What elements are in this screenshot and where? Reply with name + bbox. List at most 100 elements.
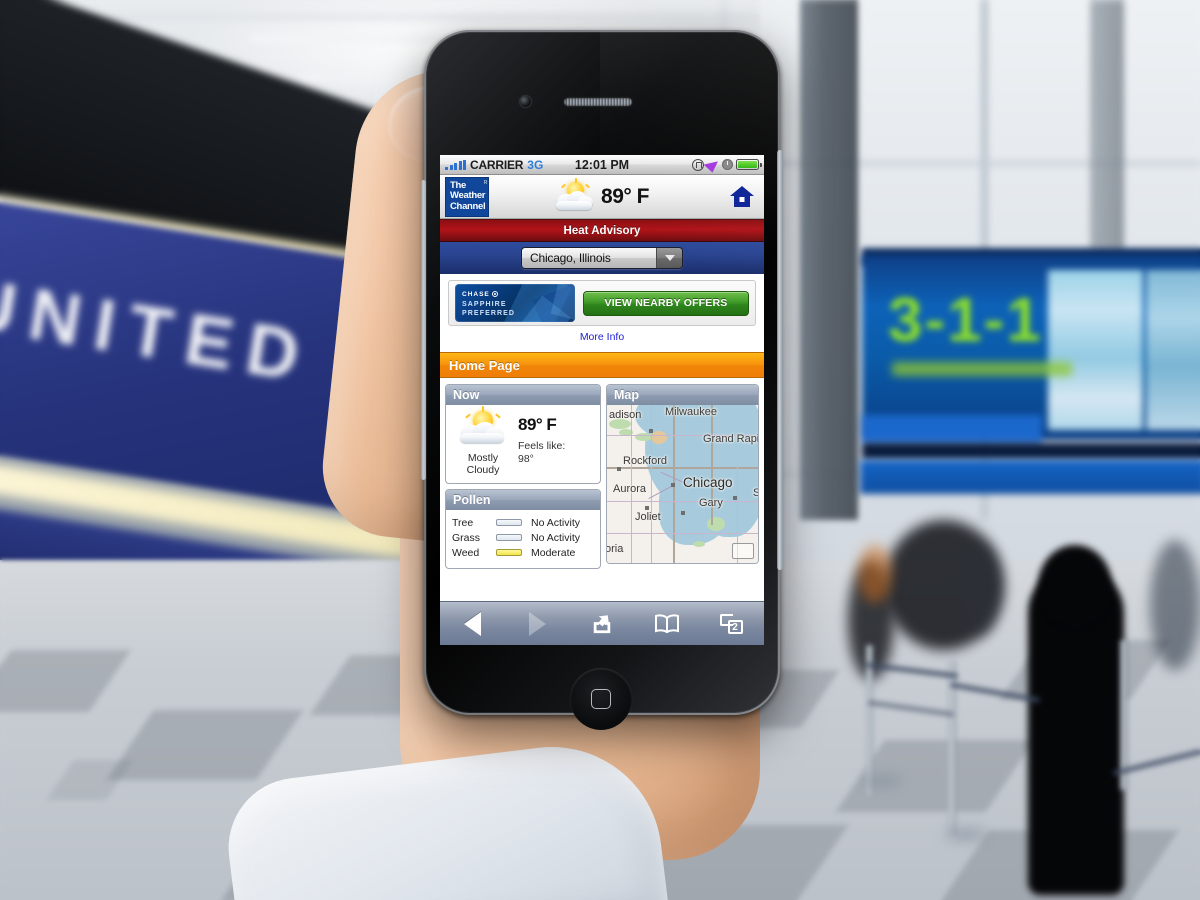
city-marker xyxy=(617,467,621,471)
pollen-panel-title: Pollen xyxy=(446,490,600,510)
map-label: adison xyxy=(609,409,642,421)
map-label: So xyxy=(753,487,758,499)
chevron-down-icon[interactable] xyxy=(656,248,682,268)
chase-sapphire-card-image: CHASE SAPPHIRE PREFERRED xyxy=(455,284,575,322)
location-select[interactable]: Chicago, Illinois xyxy=(521,247,683,269)
card-text: CHASE SAPPHIRE PREFERRED xyxy=(462,290,515,319)
phone-screen[interactable]: CARRIER 3G 12:01 PM R The Weather Channe… xyxy=(440,155,764,645)
pollen-level-bar xyxy=(496,549,522,556)
now-condition-block: Mostly Cloudy xyxy=(452,406,514,476)
road xyxy=(607,533,758,535)
sun-behind-cloud-icon xyxy=(459,406,507,445)
battery-icon xyxy=(736,159,762,170)
pollen-panel[interactable]: Pollen Tree No Activity Grass No Activit… xyxy=(445,489,601,569)
carrier-label: CARRIER xyxy=(470,157,524,172)
map-panel-title: Map xyxy=(607,385,758,405)
card-line-1: SAPPHIRE xyxy=(462,300,507,308)
pollen-type: Tree xyxy=(452,516,474,529)
earpiece-speaker xyxy=(564,98,632,106)
section-title: Home Page xyxy=(449,357,520,373)
location-bar: Chicago, Illinois xyxy=(440,242,764,274)
card-brand: CHASE xyxy=(462,291,490,298)
city-marker xyxy=(733,496,737,500)
shirt-sleeve xyxy=(220,734,670,900)
main-content: Now Mostly Cloudy 89° F Feels like: 98° … xyxy=(440,378,764,569)
rotation-lock-icon xyxy=(692,158,704,171)
alarm-clock-icon xyxy=(722,159,733,170)
pollen-rows: Tree No Activity Grass No Activity Weed xyxy=(446,510,600,568)
map-label: Gary xyxy=(699,497,723,509)
park-area xyxy=(707,517,725,531)
now-condition-line-1: Mostly xyxy=(467,452,499,464)
road xyxy=(607,501,758,503)
person-head xyxy=(1038,545,1112,627)
now-panel[interactable]: Now Mostly Cloudy 89° F Feels like: 98° xyxy=(445,384,601,484)
pollen-level-bar xyxy=(496,534,522,541)
location-arrow-icon xyxy=(703,156,723,173)
section-title-bar[interactable]: Home Page xyxy=(440,352,764,378)
weather-advisory-banner[interactable]: Heat Advisory xyxy=(440,219,764,242)
advertisement: CHASE SAPPHIRE PREFERRED VIEW NEARBY OFF… xyxy=(440,274,764,352)
network-type-label: 3G xyxy=(527,157,544,172)
feels-like-value: 98° xyxy=(518,452,534,465)
browser-toolbar: 2 xyxy=(440,601,764,645)
pollen-row: Tree No Activity xyxy=(452,515,594,530)
pollen-level-bar xyxy=(496,519,522,526)
card-line-2: PREFERRED xyxy=(462,310,516,317)
more-info-link[interactable]: More Info xyxy=(440,326,764,349)
map-canvas[interactable]: adison Milwaukee Grand Rapi Rockford Chi… xyxy=(607,405,758,563)
stanchion-base xyxy=(944,828,988,841)
map-label: Rockford xyxy=(623,455,668,467)
tabs-button[interactable]: 2 xyxy=(712,610,752,638)
flight-sign-panel xyxy=(1146,270,1200,430)
flight-sign-frame xyxy=(862,443,1200,459)
city-marker xyxy=(649,429,653,433)
map-zoom-control[interactable] xyxy=(732,543,754,559)
map-panel[interactable]: Map adison Milwaukee Grand Rapi Rockford… xyxy=(606,384,759,564)
sign-subtext xyxy=(892,362,1072,376)
city-marker xyxy=(681,511,685,515)
sign-strip xyxy=(860,460,1200,494)
park-area xyxy=(693,541,705,547)
location-selected-value: Chicago, Illinois xyxy=(522,248,656,268)
highway xyxy=(607,467,758,469)
status-bar: CARRIER 3G 12:01 PM xyxy=(440,155,764,175)
pollen-row: Weed Moderate xyxy=(452,545,594,560)
city-marker xyxy=(671,483,675,487)
terminal-pillar xyxy=(1090,0,1124,250)
map-label-chicago: Chicago xyxy=(683,475,733,490)
now-condition-line-2: Cloudy xyxy=(466,464,500,476)
pollen-level-text: No Activity xyxy=(531,531,581,544)
phone-side-band xyxy=(421,180,426,480)
pollen-level-text: No Activity xyxy=(531,516,581,529)
back-button[interactable] xyxy=(452,610,492,638)
map-label: oria xyxy=(607,543,624,555)
iphone-device: CARRIER 3G 12:01 PM R The Weather Channe… xyxy=(421,30,783,730)
chase-octagon-icon xyxy=(491,291,498,297)
bookmarks-button[interactable] xyxy=(647,610,687,638)
home-icon[interactable] xyxy=(729,185,755,209)
right-column: Map adison Milwaukee Grand Rapi Rockford… xyxy=(606,384,759,569)
ad-container[interactable]: CHASE SAPPHIRE PREFERRED VIEW NEARBY OFF… xyxy=(448,280,756,326)
map-label: Aurora xyxy=(613,483,647,495)
map-label: Grand Rapi xyxy=(703,433,758,445)
map-label: Joliet xyxy=(635,511,661,523)
person-silhouette xyxy=(1150,540,1200,670)
pollen-level-text: Moderate xyxy=(531,546,576,559)
home-button[interactable] xyxy=(570,668,632,730)
forward-button xyxy=(517,610,557,638)
front-camera xyxy=(520,96,531,107)
map-label: Milwaukee xyxy=(665,406,717,418)
now-temperature-block: 89° F Feels like: 98° xyxy=(518,411,565,476)
terrain-area xyxy=(651,431,667,444)
left-column: Now Mostly Cloudy 89° F Feels like: 98° … xyxy=(445,384,601,569)
feels-like-label: Feels like: xyxy=(518,440,566,452)
advisory-text: Heat Advisory xyxy=(563,224,641,237)
share-button[interactable] xyxy=(582,610,622,638)
status-bar-icons xyxy=(692,156,762,173)
pollen-type: Grass xyxy=(452,531,481,544)
site-header: R The Weather Channel 89° F xyxy=(440,175,764,219)
view-nearby-offers-button[interactable]: VIEW NEARBY OFFERS xyxy=(583,290,749,316)
person-silhouette xyxy=(960,545,1000,635)
now-panel-body: Mostly Cloudy 89° F Feels like: 98° xyxy=(446,405,600,483)
